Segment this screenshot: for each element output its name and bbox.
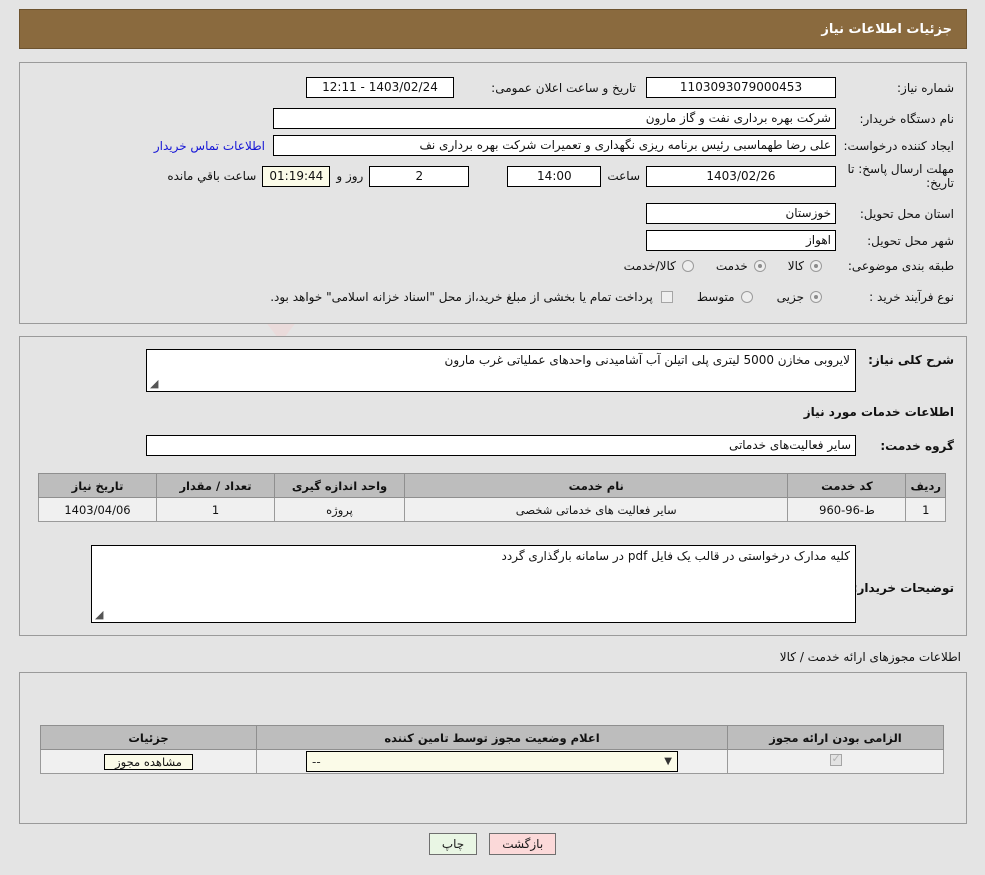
service-group-row: گروه خدمت: سایر فعالیت‌های خدماتی [146, 435, 954, 456]
th-license-required: الزامی بودن ارائه مجوز [727, 725, 944, 750]
license-status-select[interactable]: ▼ -- [306, 751, 678, 772]
remaining-days-label: روز و [336, 169, 364, 183]
td-radif: 1 [905, 497, 946, 522]
license-required-checkbox [829, 752, 842, 766]
td-code: ط-96-960 [787, 497, 907, 522]
chevron-down-icon: ▼ [664, 756, 672, 767]
remaining-time-value: 01:19:44 [262, 165, 331, 187]
resize-grip-icon[interactable]: ◢ [150, 377, 158, 390]
treasury-note: پرداخت تمام یا بخشی از مبلغ خرید،از محل … [270, 290, 653, 304]
category-label: طبقه بندی موضوعی: [847, 259, 954, 273]
services-table: ردیف کد خدمت نام خدمت واحد اندازه گیری ت… [38, 473, 946, 522]
need-summary-panel: شماره نیاز: 1103093079000453 تاریخ و ساع… [19, 62, 967, 324]
general-desc-value: لایروبی مخازن 5000 لیتری پلی اتیلن آب آش… [444, 353, 850, 367]
th-license-status: اعلام وضعیت مجوز توسط تامین کننده [256, 725, 728, 750]
deadline-hour-label: ساعت [607, 169, 640, 183]
licenses-section-title: اطلاعات مجوزهای ارائه خدمت / کالا [779, 650, 961, 664]
licenses-header-row: الزامی بودن ارائه مجوز اعلام وضعیت مجوز … [40, 725, 944, 750]
general-desc-row: شرح کلی نیاز: لایروبی مخازن 5000 لیتری پ… [146, 349, 954, 392]
province-row: استان محل تحویل: خوزستان [646, 203, 954, 224]
licenses-table-wrap: الزامی بودن ارائه مجوز اعلام وضعیت مجوز … [40, 725, 944, 774]
buyer-org-value: شرکت بهره برداری نفت و گاز مارون [273, 108, 836, 129]
creator-value: علی رضا طهماسبی رئیس برنامه ریزی نگهداری… [273, 135, 836, 156]
buyer-contact-link[interactable]: اطلاعات تماس خریدار [154, 139, 265, 153]
th-date: تاریخ نیاز [38, 473, 157, 498]
page-header: جزئیات اطلاعات نیاز [19, 9, 967, 49]
print-button[interactable]: چاپ [428, 833, 478, 855]
deadline-label: مهلت ارسال پاسخ: تا تاریخ: [847, 162, 954, 190]
footer-actions: بازگشت چاپ [0, 833, 985, 855]
td-license-details: مشاهده مجوز [40, 749, 257, 774]
services-info-title: اطلاعات خدمات مورد نیاز [803, 405, 954, 419]
creator-row: ایجاد کننده درخواست: علی رضا طهماسبی رئی… [154, 135, 954, 156]
city-row: شهر محل تحویل: اهواز [646, 230, 954, 251]
td-license-required [727, 749, 944, 774]
th-unit: واحد اندازه گیری [274, 473, 405, 498]
deadline-row: مهلت ارسال پاسخ: تا تاریخ: 1403/02/26 سا… [167, 162, 954, 190]
deadline-date-value: 1403/02/26 [646, 165, 836, 187]
province-value: خوزستان [646, 203, 836, 224]
remaining-time-label: ساعت باقي مانده [167, 169, 257, 183]
service-group-value: سایر فعالیت‌های خدماتی [146, 435, 856, 456]
general-desc-label: شرح کلی نیاز: [868, 353, 954, 367]
buyer-notes-row: توضیحات خریدار: کلیه مدارک درخواستی در ق… [91, 545, 954, 623]
process-radio-motavaset[interactable] [740, 291, 753, 303]
th-quantity: تعداد / مقدار [156, 473, 275, 498]
page-title: جزئیات اطلاعات نیاز [821, 21, 952, 37]
th-name: نام خدمت [403, 473, 789, 498]
licenses-table: الزامی بودن ارائه مجوز اعلام وضعیت مجوز … [40, 725, 944, 774]
td-quantity: 1 [156, 497, 275, 522]
need-number-value: 1103093079000453 [646, 77, 836, 98]
table-row: 1 ط-96-960 سایر فعالیت های خدماتی شخصی پ… [38, 497, 946, 522]
announce-datetime-value: 1403/02/24 - 12:11 [306, 77, 454, 98]
back-button[interactable]: بازگشت [489, 833, 557, 855]
city-value: اهواز [646, 230, 836, 251]
th-license-details: جزئیات [40, 725, 257, 750]
category-label-kala-khedmat: کالا/خدمت [623, 259, 676, 273]
category-radio-kala[interactable] [810, 260, 822, 272]
licenses-panel: الزامی بودن ارائه مجوز اعلام وضعیت مجوز … [19, 672, 967, 824]
need-number-row: شماره نیاز: 1103093079000453 [646, 77, 954, 98]
category-label-khedmat: خدمت [715, 259, 748, 273]
process-row: نوع فرآیند خرید : جزیی متوسط پرداخت تمام… [270, 290, 954, 304]
view-license-button[interactable]: مشاهده مجوز [104, 753, 193, 770]
th-code: کد خدمت [787, 473, 907, 498]
process-label-jozi: جزیی [776, 290, 804, 304]
resize-grip-icon[interactable]: ◢ [95, 608, 103, 621]
table-header-row: ردیف کد خدمت نام خدمت واحد اندازه گیری ت… [38, 473, 946, 498]
licenses-row: ▼ -- مشاهده مجوز [40, 749, 944, 774]
creator-label: ایجاد کننده درخواست: [843, 138, 954, 153]
province-label: استان محل تحویل: [859, 206, 954, 221]
buyer-org-row: نام دستگاه خریدار: شرکت بهره برداری نفت … [273, 108, 954, 129]
th-radif: ردیف [905, 473, 946, 498]
city-label: شهر محل تحویل: [867, 233, 954, 248]
buyer-notes-value: کلیه مدارک درخواستی در قالب یک فایل pdf … [501, 549, 850, 563]
td-unit: پروژه [274, 497, 405, 522]
td-date: 1403/04/06 [38, 497, 157, 522]
need-number-label: شماره نیاز: [897, 80, 954, 95]
services-table-wrap: ردیف کد خدمت نام خدمت واحد اندازه گیری ت… [38, 473, 946, 522]
page-root: AriaTender.net جزئیات اطلاعات نیاز شماره… [0, 0, 985, 875]
license-status-value: -- [312, 754, 321, 769]
announce-datetime-row: تاریخ و ساعت اعلان عمومی: 1403/02/24 - 1… [306, 77, 636, 98]
buyer-notes-textarea[interactable]: کلیه مدارک درخواستی در قالب یک فایل pdf … [91, 545, 856, 623]
category-radio-khedmat[interactable] [753, 260, 766, 272]
general-desc-textarea[interactable]: لایروبی مخازن 5000 لیتری پلی اتیلن آب آش… [146, 349, 856, 392]
td-license-status: ▼ -- [256, 749, 728, 774]
announce-datetime-label: تاریخ و ساعت اعلان عمومی: [491, 80, 636, 95]
need-details-panel: شرح کلی نیاز: لایروبی مخازن 5000 لیتری پ… [19, 336, 967, 636]
process-radio-jozi[interactable] [810, 291, 822, 303]
process-label-motavaset: متوسط [696, 290, 735, 304]
treasury-checkbox[interactable] [660, 291, 673, 303]
category-radio-kala-khedmat[interactable] [681, 260, 694, 272]
service-group-label: گروه خدمت: [880, 438, 954, 453]
remaining-days-value: 2 [369, 165, 470, 187]
buyer-org-label: نام دستگاه خریدار: [859, 111, 955, 126]
td-name: سایر فعالیت های خدماتی شخصی [403, 497, 789, 522]
category-row: طبقه بندی موضوعی: کالا خدمت کالا/خدمت [624, 259, 954, 273]
process-label: نوع فرآیند خرید : [869, 290, 954, 304]
deadline-hour-value: 14:00 [507, 165, 602, 187]
category-label-kala: کالا [787, 259, 804, 273]
buyer-notes-label: توضیحات خریدار: [852, 581, 954, 595]
